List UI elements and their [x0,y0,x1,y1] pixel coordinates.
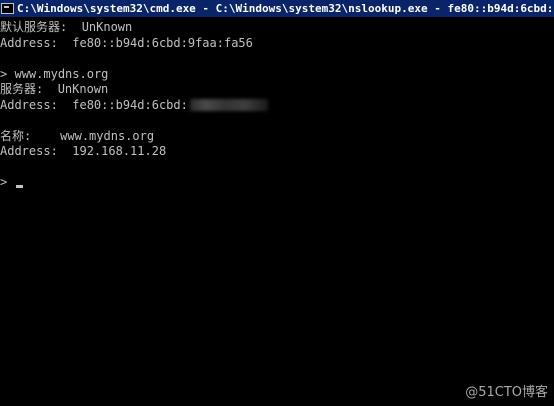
prompt-line: > [0,175,554,191]
result-address-value: 192.168.11.28 [72,144,167,158]
console-output[interactable]: 默认服务器: UnKnown Address: fe80::b94d:6cbd:… [0,20,554,191]
watermark: @51CTO博客 [465,385,548,400]
name-value: www.mydns.org [60,128,155,143]
text-cursor [16,185,24,188]
cmd-window: C:\Windows\system32\cmd.exe - C:\Windows… [0,0,554,406]
default-address-line: Address: fe80::b94d:6cbd:9faa:fa56 [0,36,554,52]
server-label: 服务器: [0,82,44,96]
default-server-line: 默认服务器: UnKnown [0,20,554,36]
address-label: Address: [0,144,58,158]
server-line: 服务器: UnKnown [0,82,554,98]
window-title: C:\Windows\system32\cmd.exe - C:\Windows… [17,2,554,15]
server-value: UnKnown [57,82,109,96]
console-icon[interactable] [1,3,14,14]
default-server-label: 默认服务器: [0,20,68,34]
prompt: > [0,175,8,189]
address-label: Address: [0,97,58,112]
server-address-line: Address: fe80::b94d:6cbd: [0,98,554,114]
server-address-value: fe80::b94d:6cbd: [72,97,188,112]
name-line: 名称: www.mydns.org [0,129,554,145]
prompt: > [0,66,8,81]
default-server-value: UnKnown [81,20,133,34]
redacted-block [189,99,268,111]
name-label: 名称: [0,128,32,143]
result-address-line: Address: 192.168.11.28 [0,144,554,160]
title-bar[interactable]: C:\Windows\system32\cmd.exe - C:\Windows… [0,0,554,17]
default-address-value: fe80::b94d:6cbd:9faa:fa56 [72,35,253,50]
query-line: > www.mydns.org [0,67,554,83]
address-label: Address: [0,35,58,50]
query-input: www.mydns.org [14,66,109,81]
